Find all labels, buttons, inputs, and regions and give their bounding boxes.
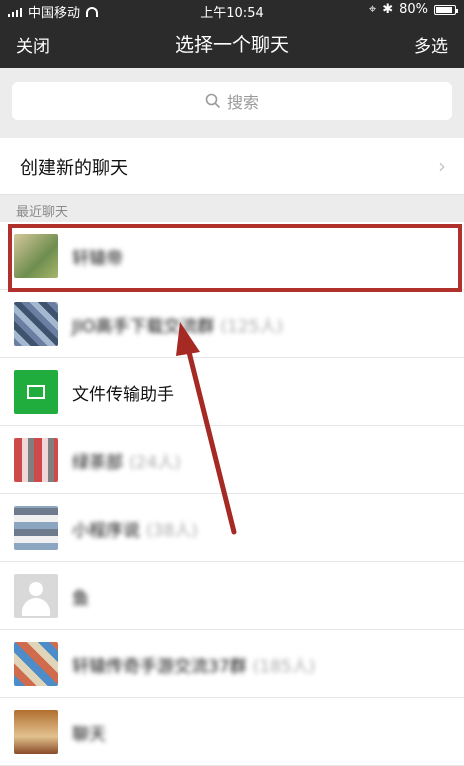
highlight-box (8, 224, 462, 292)
chat-name: 轩辕传奇手游交流37群 (185人) (72, 657, 316, 677)
list-item[interactable]: 聊天 (0, 698, 464, 766)
battery-percent: 80% (399, 2, 428, 17)
create-new-chat-row[interactable]: 创建新的聊天 › (0, 138, 464, 195)
avatar (14, 506, 58, 550)
search-area: 搜索 (0, 68, 464, 134)
avatar (14, 642, 58, 686)
avatar (14, 574, 58, 618)
location-icon: ⌖ (368, 2, 377, 17)
chat-name: 文件传输助手 (72, 385, 174, 405)
list-item[interactable]: 文件传输助手 (0, 358, 464, 426)
list-item[interactable]: 轩辕传奇手游交流37群 (185人) (0, 630, 464, 698)
avatar (14, 710, 58, 754)
bluetooth-icon: ✱ (382, 2, 394, 17)
search-input[interactable]: 搜索 (12, 82, 452, 120)
chat-name: JIO高手下载交流群 (125人) (72, 317, 284, 337)
chevron-right-icon: › (438, 154, 446, 178)
recent-chats-list: 轩辕帝 JIO高手下载交流群 (125人) 文件传输助手 绿茶部 (24人) 小程序… (0, 222, 464, 766)
chat-name: 鱼 (72, 589, 89, 609)
chat-name: 绿茶部 (24人) (72, 453, 181, 473)
battery-icon (434, 4, 458, 15)
chat-name: 小程序说 (38人) (72, 521, 198, 541)
search-placeholder: 搜索 (226, 93, 259, 112)
status-bar: 中国移动 上午10:54 ⌖ ✱ 80% (0, 0, 464, 21)
avatar (14, 438, 58, 482)
list-item[interactable]: JIO高手下载交流群 (125人) (0, 290, 464, 358)
multi-select-button[interactable]: 多选 (414, 32, 448, 57)
chat-name: 聊天 (72, 725, 106, 745)
list-item[interactable]: 绿茶部 (24人) (0, 426, 464, 494)
create-new-chat-label: 创建新的聊天 (20, 158, 128, 179)
page-title: 选择一个聊天 (174, 34, 289, 56)
search-icon (205, 93, 221, 109)
folder-icon (27, 385, 45, 399)
avatar (14, 302, 58, 346)
list-item[interactable]: 小程序说 (38人) (0, 494, 464, 562)
avatar (14, 370, 58, 414)
recent-chats-header: 最近聊天 (16, 205, 69, 220)
nav-bar: 关闭 选择一个聊天 多选 (0, 20, 464, 68)
list-item[interactable]: 鱼 (0, 562, 464, 630)
